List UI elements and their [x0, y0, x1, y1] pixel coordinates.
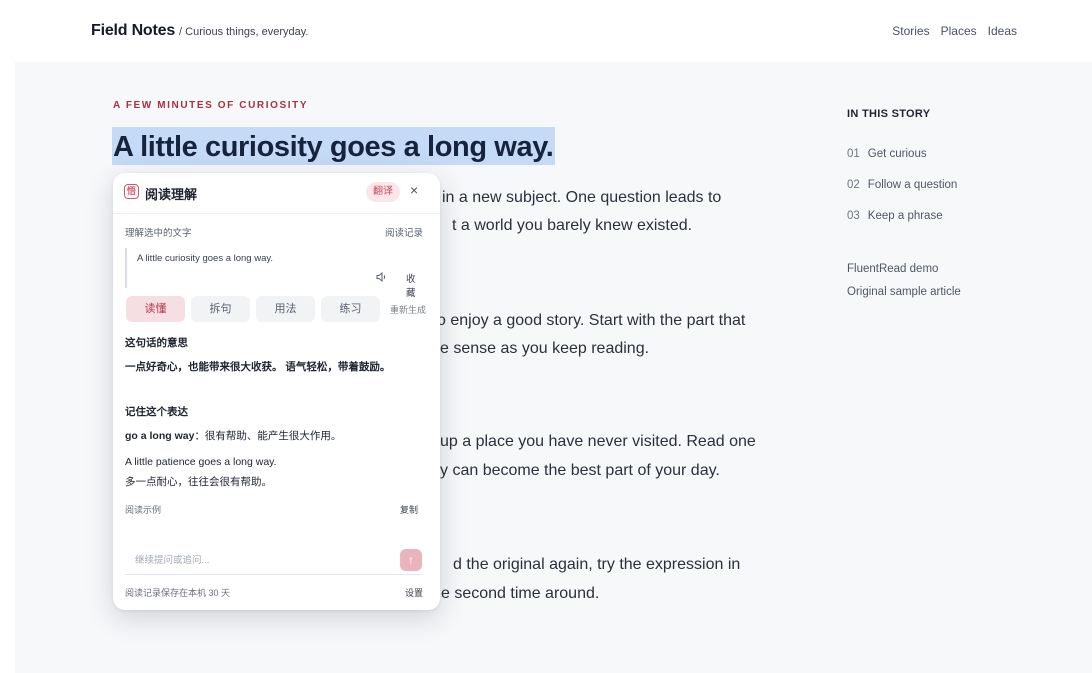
arrow-up-icon: ↑ [408, 553, 414, 567]
toc-item[interactable]: 02 Follow a question [847, 179, 957, 191]
example-label: 阅读示例 [125, 505, 162, 515]
toc-item[interactable]: 01 Get curious [847, 148, 927, 160]
copy-button[interactable]: 复制 [400, 503, 418, 516]
selected-text: A little curiosity goes a long way. [137, 253, 274, 264]
toc-item-number: 01 [847, 148, 860, 160]
toc-item-label: Follow a question [867, 179, 958, 191]
toc-item-number: 02 [847, 179, 860, 191]
tab-understand[interactable]: 读懂 [126, 296, 185, 322]
translate-button[interactable]: 翻译 [366, 182, 400, 202]
toc-item-label: Get curious [867, 148, 927, 160]
send-button[interactable]: ↑ [400, 549, 422, 571]
toc-item-number: 03 [847, 210, 860, 222]
body-line[interactable]: y can become the best part of your day. [440, 462, 720, 480]
brand-name[interactable]: Field Notes [91, 22, 175, 40]
original-article-link[interactable]: Original sample article [847, 286, 961, 298]
top-bar: Field Notes / Curious things, everyday. … [0, 0, 1092, 62]
story-toc: IN THIS STORY 01 Get curious 02 Follow a q… [847, 108, 1047, 298]
body-line[interactable]: up a place you have never visited. Read … [440, 433, 756, 451]
nav-ideas[interactable]: Ideas [988, 24, 1017, 38]
example-english: A little patience goes a long way. [125, 456, 277, 468]
article-headline-selected[interactable]: A little curiosity goes a long way. [112, 127, 556, 165]
close-icon[interactable]: × [410, 182, 418, 198]
panel-title: 阅读理解 [145, 187, 198, 202]
phrase-title: 记住这个表达 [125, 406, 188, 418]
selection-label: 理解选中的文字 [125, 228, 192, 239]
body-line[interactable]: in a new subject. One question leads to [442, 189, 721, 207]
settings-link[interactable]: 设置 [405, 586, 423, 599]
app-logo-icon: 悟 [124, 184, 139, 199]
followup-input-wrapper: ↑ [125, 545, 423, 575]
mode-tabs: 读懂 拆句 用法 练习 [126, 296, 380, 322]
phrase-line: go a long way：很有帮助、能产生很大作用。 [125, 428, 341, 443]
toc-item-label: Keep a phrase [867, 210, 943, 222]
followup-input[interactable] [125, 547, 385, 573]
toc-title: IN THIS STORY [847, 108, 931, 120]
body-line[interactable]: e sense as you keep reading. [440, 340, 649, 358]
toc-item[interactable]: 03 Keep a phrase [847, 210, 943, 222]
favorite-button[interactable]: 收藏 [406, 271, 424, 299]
body-line[interactable]: o enjoy a good story. Start with the par… [437, 312, 745, 330]
phrase-term: go a long way [125, 430, 195, 442]
tab-usage[interactable]: 用法 [256, 296, 315, 322]
body-line[interactable]: e second time around. [441, 585, 599, 603]
brand[interactable]: Field Notes / Curious things, everyday. [91, 22, 308, 40]
reading-assistant-panel: 悟 阅读理解 翻译 × 理解选中的文字 阅读记录 A little curios… [113, 173, 440, 610]
selected-text-quote: A little curiosity goes a long way. 收藏 [125, 248, 424, 299]
meaning-text: 一点好奇心，也能带来很大收获。 语气轻松，带着鼓励。 [125, 361, 391, 373]
meaning-title: 这句话的意思 [125, 337, 188, 349]
body-line[interactable]: d the original again, try the expression… [453, 556, 740, 574]
header-divider [113, 213, 440, 214]
fluentread-demo-link[interactable]: FluentRead demo [847, 263, 938, 275]
article-eyebrow: A FEW MINUTES OF CURIOSITY [113, 100, 309, 111]
storage-note: 阅读记录保存在本机 30 天 [125, 588, 231, 598]
example-chinese: 多一点耐心，往往会很有帮助。 [125, 476, 272, 488]
brand-tagline: / Curious things, everyday. [179, 26, 309, 38]
body-line[interactable]: t a world you barely knew existed. [452, 217, 692, 235]
history-link[interactable]: 阅读记录 [385, 225, 423, 239]
speaker-icon[interactable] [376, 271, 387, 285]
nav-places[interactable]: Places [941, 24, 977, 38]
nav-stories[interactable]: Stories [892, 24, 929, 38]
phrase-gloss: ：很有帮助、能产生很大作用。 [194, 430, 342, 442]
main-nav: Stories Places Ideas [892, 24, 1017, 38]
tab-practice[interactable]: 练习 [321, 296, 380, 322]
regenerate-button[interactable]: 重新生成 [390, 303, 426, 316]
tab-split-sentence[interactable]: 拆句 [191, 296, 250, 322]
